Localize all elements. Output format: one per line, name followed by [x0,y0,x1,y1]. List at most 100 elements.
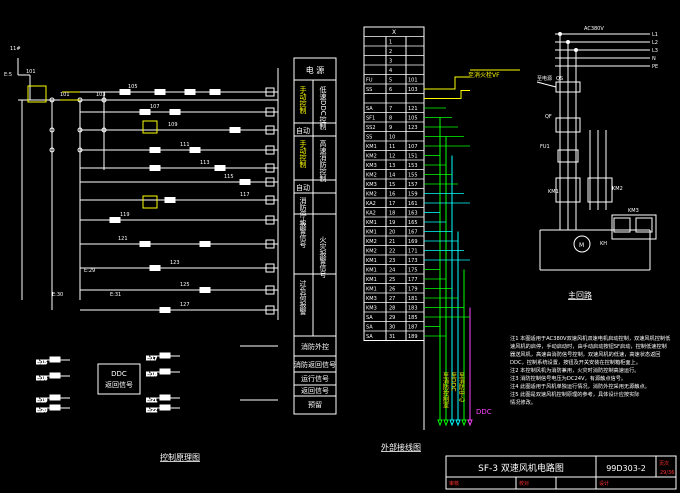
ddc-contact [159,404,171,411]
node-label: 119 [120,212,130,218]
phase-label: N [652,56,656,62]
label-interlock-a: 自动 [296,126,310,135]
km2-block [587,177,613,203]
notes: 注1 本图适用于AC380V双速风机双速电机启动控制，双速风机控制低速风机的启停… [510,334,671,406]
contact [159,307,171,313]
wire-yellow [424,76,470,90]
ddc-contact [159,352,171,359]
table-cell-num: 5 [389,78,392,84]
note-line: DDC，控制系统设置，按钮及开关安装在控制箱柜面上。 [510,358,641,366]
note-line: 注5 此图是双速风机控制原理的参考，具体设计应按实际 [510,390,639,398]
title-block: SF-3 双速风机电路图 99D303-2 页次 29/36 审核 校对 设计 [445,455,677,490]
wire-arrow [455,419,461,427]
terminal-label: E:29 [84,268,95,274]
ddc-terminal: E:20 [36,408,47,414]
node-label: 109 [168,122,178,128]
ddc-return-box: DDC 返回信号 [97,363,141,395]
label-ddc-ext: DDC [476,408,492,416]
caption-external: 外部接线图 [381,442,421,452]
table-cell-num: 18 [389,211,395,217]
table-cell-name: KM2 [366,192,377,198]
device-label: FU1 [540,144,550,150]
table-cell-wire: 175 [408,268,418,274]
node-label: 107 [150,104,160,110]
table-cell-num: 26 [389,287,395,293]
ddc-terminal: E:21 [146,398,157,404]
control-circuit-lines [17,58,279,320]
table-cell-num: 16 [389,192,395,198]
table-cell-wire: 179 [408,287,418,293]
table-cell-name: KM1 [366,220,377,226]
switch-box [142,195,158,209]
table-cell-name: KM1 [366,268,377,274]
ddc-contact [49,372,61,379]
table-cell-name: SF1 [366,116,375,122]
contact [169,109,181,115]
power-label: 至电源 [537,75,552,82]
table-cell-num: 22 [389,249,395,255]
table-cell-name: KM3 [366,182,377,188]
node-label: 111 [180,142,190,148]
node-label: 101 [26,69,36,75]
label-power: 电 源 [306,65,325,75]
table-cell-num: 12 [389,154,395,160]
table-cell-name: KM1 [366,258,377,264]
terminal-label: E:30 [52,292,63,298]
table-cell-num: 25 [389,277,395,283]
table-cell-wire: 121 [408,106,418,112]
table-cell-num: 11 [389,144,395,150]
node-label: 117 [240,192,250,198]
label-fire-outer: 消防外控 [301,342,329,351]
table-cell-name: KM2 [366,239,377,245]
switch-box [142,120,158,134]
contact [199,241,211,247]
label-ddc-low: 低速DDC控制 [319,85,327,131]
ddc-contact [49,356,61,363]
table-cell-wire: 155 [408,173,418,179]
wire-arrow [461,419,467,427]
device-label: KM2 [612,186,623,192]
table-cell-name: KM2 [366,173,377,179]
ddc-contact [159,394,171,401]
table-cell-name: KM2 [366,249,377,255]
note-line: 器送风机，高速由消防信号控制，双速风机的低速，高速状态返回 [510,350,660,358]
table-cell-wire: 187 [408,325,418,331]
terminal-label: E:31 [110,292,121,298]
node-label: 105 [128,84,138,90]
table-cell-wire: 161 [408,201,418,207]
table-cell-wire: 185 [408,315,418,321]
table-cell-num: 15 [389,182,395,188]
contact [154,89,166,95]
ddc-box-line1: DDC [111,370,127,378]
label-fire-vf: 至消火栓VF [468,71,500,79]
table-cell-wire: 151 [408,154,418,160]
table-cell-name: KM2 [366,154,377,160]
table-cell-num: 28 [389,306,395,312]
title-row-3: 设计 [599,480,609,487]
device-label: KM1 [548,189,559,195]
table-cell-wire: 165 [408,220,418,226]
table-cell-num: 21 [389,239,395,245]
table-cell-num: 8 [389,116,392,122]
table-cell-wire: 181 [408,296,418,302]
wire-arrow [437,419,443,427]
table-cell-num: 20 [389,230,395,236]
feed-node [574,48,578,52]
wire-arrow [467,419,473,427]
control-circuit-yellow [27,85,158,209]
table-cell-num: 31 [389,334,395,340]
power-wire [536,81,557,88]
note-line: 注2 本控制风机为消防兼用，火灾时消防控制高速运行。 [510,366,639,374]
table-cell-wire: 173 [408,258,418,264]
vertical-label: 至DDC [450,372,457,391]
ddc-contact [49,404,61,411]
page-number: 29/36 [660,470,674,476]
label-ddc-return-a: 运行信号 [301,374,329,383]
table-cell-name: SA [366,325,373,331]
table-cell-wire: 177 [408,277,418,283]
control-circuit-text: 11# 101 101 103 105 107 109 111 113 115 117 119 121 1… [4,46,250,308]
note-line: 注4 此图适用于风机单独运行情况，消防外控采用无源触点。 [510,382,650,390]
table-cell-name: SA [366,315,373,321]
table-cell-num: 4 [389,68,392,74]
table-cell-num: 13 [389,163,395,169]
